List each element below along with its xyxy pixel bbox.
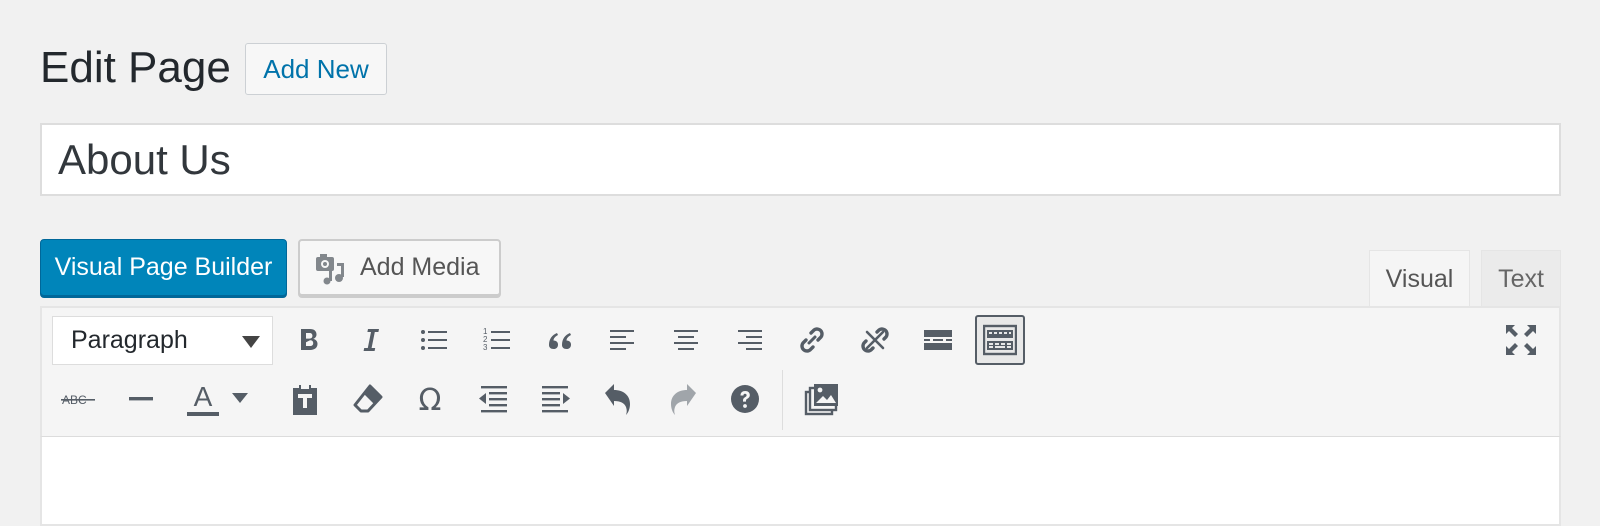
help-icon (731, 385, 759, 413)
text-color-dropdown[interactable] (226, 374, 254, 424)
page-title: Edit Page (40, 43, 231, 92)
fullscreen-button[interactable] (1496, 315, 1546, 365)
undo-button[interactable] (594, 374, 644, 424)
paste-as-text-icon (293, 384, 317, 415)
add-media-button[interactable]: Add Media (298, 239, 501, 296)
align-right-icon (738, 330, 762, 350)
svg-text:Ω: Ω (419, 383, 442, 415)
special-character-button[interactable]: Ω (405, 374, 455, 424)
text-color-button[interactable]: A (178, 374, 228, 424)
toolbar-toggle-button[interactable] (975, 315, 1025, 365)
redo-icon (671, 384, 696, 415)
add-gallery-button[interactable] (797, 374, 847, 424)
read-more-icon (924, 330, 952, 350)
align-left-icon (610, 330, 634, 350)
tab-text[interactable]: Text (1481, 250, 1561, 307)
paste-as-text-button[interactable] (280, 374, 330, 424)
align-right-button[interactable] (724, 315, 774, 365)
link-icon (800, 327, 824, 353)
chevron-down-icon (242, 336, 260, 348)
indent-button[interactable] (531, 374, 581, 424)
read-more-button[interactable] (913, 315, 963, 365)
clear-formatting-icon (353, 384, 383, 413)
text-color-icon: A (187, 381, 219, 416)
blockquote-icon (549, 333, 571, 349)
italic-icon (363, 329, 379, 351)
keyboard-shortcuts-help-button[interactable] (720, 374, 770, 424)
media-camera-music-icon (316, 253, 344, 284)
format-select[interactable]: Paragraph (52, 316, 273, 365)
bold-button[interactable] (284, 315, 334, 365)
align-center-icon (674, 330, 698, 350)
indent-icon (542, 386, 570, 413)
bold-icon (301, 329, 318, 350)
special-character-icon: Ω (419, 383, 442, 415)
tab-visual[interactable]: Visual (1369, 250, 1470, 307)
toolbar-divider (782, 370, 783, 430)
blockquote-button[interactable] (535, 315, 585, 365)
remove-link-button[interactable] (850, 315, 900, 365)
outdent-button[interactable] (468, 374, 518, 424)
format-select-value: Paragraph (71, 326, 188, 354)
fullscreen-icon (1506, 325, 1536, 355)
chevron-down-icon (232, 393, 248, 403)
undo-icon (605, 384, 630, 415)
italic-button[interactable] (346, 315, 396, 365)
horizontal-line-button[interactable] (116, 374, 166, 424)
outdent-icon (479, 386, 507, 413)
clear-formatting-button[interactable] (343, 374, 393, 424)
horizontal-line-icon (129, 397, 153, 401)
strikethrough-icon: ABC (61, 393, 95, 407)
strikethrough-button[interactable]: ABC (53, 374, 103, 424)
unlink-icon (861, 327, 889, 353)
align-left-button[interactable] (598, 315, 648, 365)
visual-page-builder-button[interactable]: Visual Page Builder (40, 239, 287, 296)
bullet-list-button[interactable] (409, 315, 459, 365)
redo-button[interactable] (657, 374, 707, 424)
text-color-letter: A (194, 381, 213, 412)
gallery-icon (804, 384, 838, 416)
toolbar-toggle-icon (983, 324, 1017, 356)
add-media-label: Add Media (360, 253, 480, 281)
numbered-list-icon: 123 (483, 327, 510, 352)
bullet-list-icon (421, 330, 447, 350)
svg-text:3: 3 (483, 343, 488, 352)
align-center-button[interactable] (661, 315, 711, 365)
add-new-button[interactable]: Add New (245, 43, 387, 95)
post-title-input[interactable] (40, 123, 1561, 196)
numbered-list-button[interactable]: 123 (472, 315, 522, 365)
insert-link-button[interactable] (787, 315, 837, 365)
